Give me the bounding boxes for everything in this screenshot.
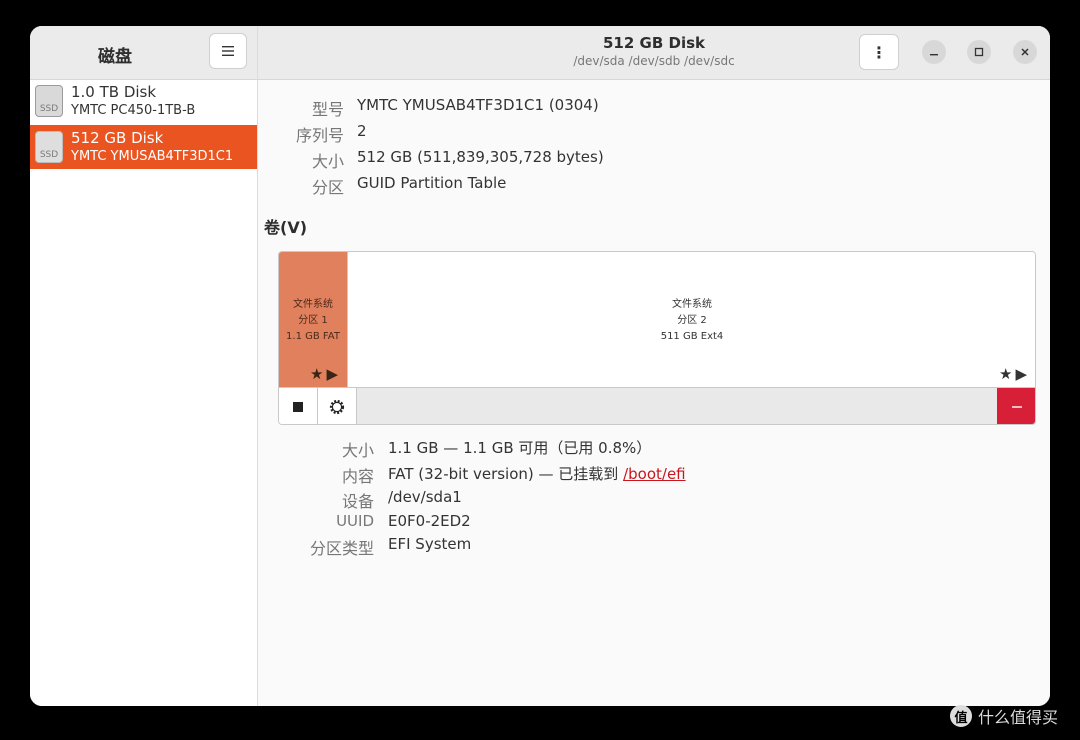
app-title: 磁盘	[98, 47, 132, 67]
main-panel: 512 GB Disk /dev/sda /dev/sdb /dev/sdc ⋮…	[258, 26, 1050, 706]
disk-item-1tb[interactable]: SSD 1.0 TB Disk YMTC PC450-1TB-B	[30, 79, 257, 123]
partition-1-flags: ★▶	[310, 365, 341, 383]
unmount-button[interactable]	[279, 388, 318, 424]
minimize-button[interactable]	[922, 40, 946, 64]
menu-button[interactable]	[209, 33, 247, 69]
size-value: 512 GB (511,839,305,728 bytes)	[357, 148, 604, 166]
serial-label: 序列号	[295, 126, 344, 145]
disk-model: YMTC PC450-1TB-B	[71, 103, 196, 118]
partition-device-value: /dev/sda1	[388, 488, 462, 506]
minus-icon	[1012, 406, 1022, 408]
play-icon: ▶	[326, 365, 341, 383]
partition-1-text: 文件系统 分区 1 1.1 GB FAT	[279, 297, 347, 345]
stop-square-icon	[293, 402, 303, 412]
partition-uuid-value: E0F0-2ED2	[388, 512, 471, 530]
volume-map: 文件系统 分区 1 1.1 GB FAT ★▶ 文件系统 分区 2 511 GB…	[278, 251, 1036, 425]
header-bar: 512 GB Disk /dev/sda /dev/sdb /dev/sdc ⋮	[258, 26, 1050, 80]
model-value: YMTC YMUSAB4TF3D1C1 (0304)	[357, 96, 599, 114]
ssd-drive-icon: SSD	[35, 131, 63, 163]
model-label: 型号	[311, 100, 344, 119]
partition-2-text: 文件系统 分区 2 511 GB Ext4	[348, 297, 1035, 345]
gear-icon	[329, 399, 345, 415]
delete-partition-button[interactable]	[997, 388, 1035, 424]
serial-value: 2	[357, 122, 367, 140]
ssd-drive-icon: SSD	[35, 85, 63, 117]
mount-point-link[interactable]: /boot/efi	[623, 465, 686, 483]
partitioning-value: GUID Partition Table	[357, 174, 507, 192]
hamburger-icon	[222, 46, 234, 56]
partition-type-label: 分区类型	[309, 539, 374, 558]
maximize-button[interactable]	[967, 40, 991, 64]
star-icon: ★	[310, 365, 327, 383]
sidebar-header: 磁盘	[30, 26, 257, 80]
partition-2-size: 511 GB Ext4	[660, 331, 724, 342]
ssd-label: SSD	[39, 104, 59, 114]
partition-type-value: EFI System	[388, 535, 472, 553]
disk-item-512gb[interactable]: SSD 512 GB Disk YMTC YMUSAB4TF3D1C1	[30, 125, 257, 169]
volumes-heading: 卷(V)	[264, 218, 308, 237]
ssd-label: SSD	[39, 150, 59, 160]
partition-content-label: 内容	[341, 467, 374, 486]
close-button[interactable]	[1013, 40, 1037, 64]
partition-1-number: 分区 1	[298, 315, 328, 326]
play-icon: ▶	[1015, 365, 1030, 383]
minimize-icon	[930, 54, 938, 56]
partition-2-block[interactable]: 文件系统 分区 2 511 GB Ext4 ★▶	[348, 252, 1035, 387]
partitioning-label: 分区	[311, 178, 344, 197]
partition-device-label: 设备	[341, 492, 374, 511]
disk-name: 512 GB Disk	[71, 129, 164, 147]
disk-options-button[interactable]: ⋮	[859, 34, 899, 70]
site-watermark: 值 什么值得买	[950, 704, 1058, 728]
maximize-icon	[974, 47, 984, 57]
watermark-text: 什么值得买	[978, 708, 1059, 727]
volume-toolbar	[279, 387, 1035, 424]
partition-size-label: 大小	[341, 441, 374, 460]
partition-2-type: 文件系统	[672, 299, 712, 310]
content-text: FAT (32-bit version) — 已挂载到	[388, 465, 624, 483]
close-icon	[1021, 48, 1029, 56]
sidebar: 磁盘 SSD 1.0 TB Disk YMTC PC450-1TB-B SSD …	[30, 26, 258, 706]
partition-2-number: 分区 2	[677, 315, 707, 326]
partition-size-value: 1.1 GB — 1.1 GB 可用（已用 0.8%）	[388, 439, 652, 457]
partition-1-block[interactable]: 文件系统 分区 1 1.1 GB FAT ★▶	[279, 252, 348, 387]
watermark-logo: 值	[950, 705, 972, 727]
partition-content-value: FAT (32-bit version) — 已挂载到 /boot/efi	[388, 463, 686, 484]
disk-name: 1.0 TB Disk	[71, 83, 157, 101]
disk-model: YMTC YMUSAB4TF3D1C1	[71, 149, 234, 164]
star-icon: ★	[999, 365, 1016, 383]
partition-1-size: 1.1 GB FAT	[286, 331, 340, 342]
partition-uuid-label: UUID	[336, 512, 374, 530]
partition-1-type: 文件系统	[293, 299, 333, 310]
partition-settings-button[interactable]	[318, 388, 357, 424]
size-label: 大小	[311, 152, 344, 171]
vertical-dots-icon: ⋮	[871, 42, 887, 62]
partition-2-flags: ★▶	[999, 365, 1030, 383]
disks-window: 磁盘 SSD 1.0 TB Disk YMTC PC450-1TB-B SSD …	[30, 26, 1050, 706]
